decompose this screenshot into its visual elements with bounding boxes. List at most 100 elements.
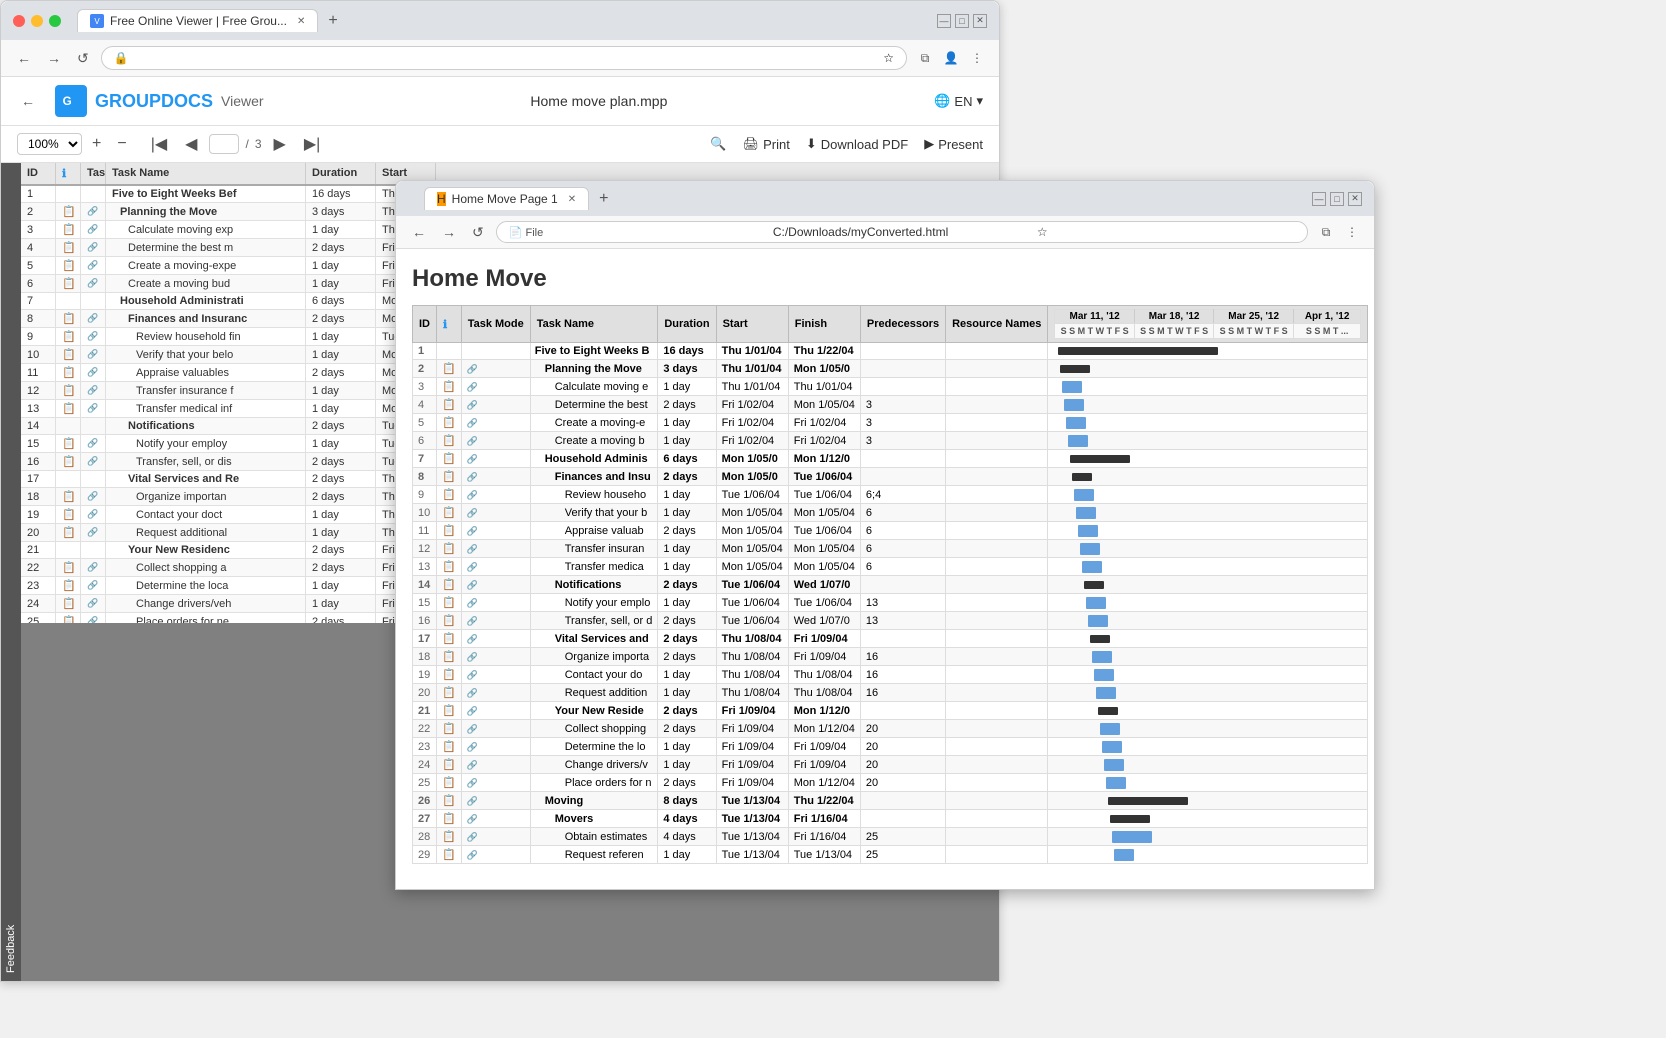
zoom-in-btn[interactable]: + [86,133,107,155]
second-menu-icon[interactable]: ⋮ [1342,222,1362,242]
profile-icon[interactable]: 👤 [941,48,961,68]
cell-res [946,343,1048,360]
active-tab[interactable]: V Free Online Viewer | Free Grou... ✕ [77,9,318,32]
cell-finish: Tue 1/06/04 [788,594,860,612]
cell-mode: 🔗 [81,203,106,220]
cell-name: Change drivers/veh [106,595,306,612]
link-icon: 🔗 [87,242,98,253]
cell-pred [860,360,945,378]
second-forward-btn[interactable]: → [438,222,460,242]
forward-btn[interactable]: → [43,48,65,68]
cell-duration: 1 day [658,486,716,504]
next-page-btn[interactable]: ▶ [268,132,292,156]
cell-res [946,720,1048,738]
browser-titlebar: V Free Online Viewer | Free Grou... ✕ + … [1,1,999,40]
cell-info: 📋 [437,414,462,432]
cell-info: 📋 [437,486,462,504]
cell-id: 16 [21,453,56,470]
chevron-down-icon: ▾ [976,93,983,109]
cell-name: Transfer insurance f [106,382,306,399]
link-icon: 🔗 [87,224,98,235]
print-label: Print [763,137,790,152]
lock-icon: 🔒 [114,51,129,65]
cell-name: Place orders for ne [106,613,306,623]
cell-name: Review household fin [106,328,306,345]
last-page-btn[interactable]: ▶| [298,132,326,156]
second-back-btn[interactable]: ← [408,222,430,242]
cell-duration: 2 days [306,453,376,470]
cell-info: 📋 [437,612,462,630]
note-icon: 📋 [62,615,76,623]
search-btn[interactable]: 🔍 [710,136,726,152]
svg-text:G: G [63,95,72,108]
second-new-tab-btn[interactable]: + [593,188,614,210]
present-btn[interactable]: ▶ Present [924,136,983,152]
prev-page-btn[interactable]: ◀ [179,132,203,156]
maximize-btn[interactable]: □ [955,14,969,28]
cell-duration: 2 days [658,720,716,738]
cell-res [946,756,1048,774]
window-close-btn[interactable] [13,15,25,27]
cell-info [437,343,462,360]
cell-id: 17 [413,630,437,648]
cell-mode: 🔗 [81,435,106,452]
cell-id: 6 [413,432,437,450]
extensions-icon[interactable]: ⧉ [915,48,935,68]
new-tab-btn[interactable]: + [322,10,343,32]
second-ext-icon[interactable]: ⧉ [1316,222,1336,242]
second-active-tab[interactable]: H Home Move Page 1 ✕ [424,187,589,210]
toolbar-actions: 🔍 🖨 Print ⬇ Download PDF ▶ Present [710,136,983,152]
minimize-btn[interactable]: — [937,14,951,28]
cell-duration: 2 days [306,471,376,487]
task-note-icon: 📋 [442,669,456,681]
second-refresh-btn[interactable]: ↺ [468,222,488,243]
cell-info: 📋 [56,400,81,417]
cell-mode: 🔗 [81,595,106,612]
language-selector[interactable]: 🌐 EN ▾ [934,93,983,109]
window-min-btn[interactable] [31,15,43,27]
window-max-btn[interactable] [49,15,61,27]
cell-finish: Fri 1/09/04 [788,630,860,648]
second-minimize-btn[interactable]: — [1312,192,1326,206]
second-star-icon[interactable]: ☆ [1037,225,1295,239]
print-btn[interactable]: 🖨 Print [743,136,790,152]
back-btn[interactable]: ← [13,48,35,68]
cell-duration: 1 day [306,435,376,452]
cell-start: Thu 1/01/04 [716,378,788,396]
second-close-btn[interactable]: ✕ [1348,192,1362,206]
close-btn[interactable]: ✕ [973,14,987,28]
cell-mode: 🔗 [461,432,530,450]
note-icon: 📋 [62,312,76,325]
second-maximize-btn[interactable]: □ [1330,192,1344,206]
cell-name: Moving [530,792,658,810]
cell-name: Create a moving bud [106,275,306,292]
tab-close-btn[interactable]: ✕ [297,16,305,27]
cell-name: Review househo [530,486,658,504]
viewer-back-btn[interactable]: ← [17,91,39,111]
star-icon[interactable]: ☆ [883,51,894,65]
cell-start: Fri 1/09/04 [716,720,788,738]
feedback-tab[interactable]: Feedback [1,163,21,981]
cell-gantt-bar [1048,810,1368,828]
cell-info [56,186,81,202]
cell-duration: 1 day [306,595,376,612]
cell-mode: 🔗 [461,684,530,702]
list-item: 6 📋 🔗 Create a moving b 1 day Fri 1/02/0… [413,432,1368,450]
cell-id: 15 [21,435,56,452]
second-tab-close[interactable]: ✕ [568,194,576,205]
cell-mode: 🔗 [461,594,530,612]
first-page-btn[interactable]: |◀ [145,132,173,156]
cell-res [946,522,1048,540]
cell-duration: 2 days [306,310,376,327]
cell-info: 📋 [437,594,462,612]
cell-finish: Fri 1/16/04 [788,828,860,846]
address-input[interactable]: products.groupdocs.app/viewer/app/?lang=… [135,51,878,65]
download-btn[interactable]: ⬇ Download PDF [806,136,908,152]
page-input[interactable]: 1 [209,134,239,154]
cell-duration: 1 day [658,594,716,612]
zoom-select[interactable]: 100% [17,133,82,155]
refresh-btn[interactable]: ↺ [73,48,93,69]
zoom-out-btn[interactable]: − [111,133,132,155]
menu-icon[interactable]: ⋮ [967,48,987,68]
cell-finish: Mon 1/12/0 [788,450,860,468]
